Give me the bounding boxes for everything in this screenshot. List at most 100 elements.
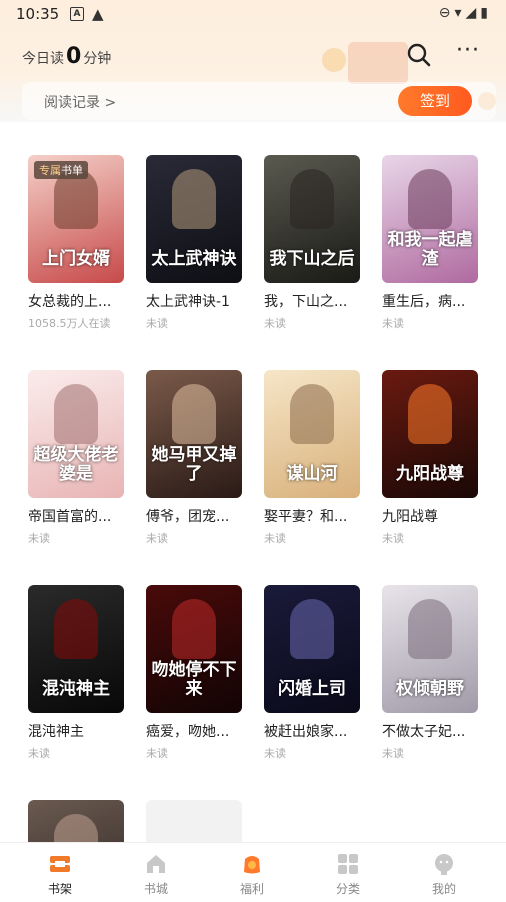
book-read-status: 未读: [264, 747, 286, 760]
book-title: 九阳战尊: [382, 509, 438, 525]
cover-title: 和我一起虐渣: [387, 230, 473, 269]
book-title: 我，下山之...: [264, 294, 348, 310]
profile-icon: [435, 854, 453, 875]
cover-title: 权倾朝野: [396, 679, 464, 699]
reading-suffix: 分钟: [83, 51, 112, 67]
book-cover[interactable]: 权倾朝野: [382, 585, 478, 713]
book-read-status: 未读: [146, 317, 168, 330]
reading-minutes: 0: [66, 44, 82, 69]
badge-prefix: 专属: [39, 164, 61, 177]
status-icons: ⊖▾◢▮: [438, 5, 492, 21]
book-title: 混沌神主: [28, 724, 84, 740]
coin-decoration: [322, 48, 346, 72]
book-title: 太上武神诀-1: [146, 294, 230, 310]
tab-bookshelf[interactable]: 书架: [20, 843, 100, 902]
book-cover[interactable]: 上门女婿 专属书单: [28, 155, 124, 283]
badge-label: 书单: [61, 164, 83, 177]
book-read-status: 未读: [382, 532, 404, 545]
book-add-placeholder[interactable]: [146, 800, 250, 842]
book-item[interactable]: 和我一起虐渣重生后，病... 未读: [382, 155, 486, 331]
bookstore-icon: [147, 855, 165, 873]
cover-figure: [54, 384, 98, 444]
book-cover[interactable]: 吻她停不下来: [146, 585, 242, 713]
book-item[interactable]: 我下山之后我，下山之... 未读: [264, 155, 368, 331]
tab-profile[interactable]: 我的: [404, 843, 484, 902]
book-cover[interactable]: 闪婚上司: [264, 585, 360, 713]
cover-figure: [408, 599, 452, 659]
a-icon: A: [70, 7, 84, 21]
cover-figure: [172, 599, 216, 659]
tab-label: 我的: [431, 882, 456, 896]
book-title: 重生后，病...: [382, 294, 466, 310]
book-title: 不做太子妃...: [382, 724, 466, 740]
tab-welfare[interactable]: 福利: [212, 843, 292, 902]
book-item[interactable]: 超级大佬老婆是 帝国首富的... 未读: [28, 370, 132, 546]
book-title: 被赶出娘家...: [264, 724, 348, 740]
red-envelope-decoration: [348, 42, 408, 84]
tab-category[interactable]: 分类: [308, 843, 388, 902]
book-item[interactable]: 混沌神主 混沌神主 未读: [28, 585, 132, 761]
more-icon[interactable]: ···: [456, 40, 482, 64]
book-item[interactable]: 谋山河娶平妻？和... 未读: [264, 370, 368, 546]
cover-title: 上门女婿: [42, 249, 110, 269]
cover-title: 谋山河: [286, 464, 338, 484]
tab-bookstore[interactable]: 书城: [116, 843, 196, 902]
book-title: 娶平妻？和...: [264, 509, 348, 525]
book-cover[interactable]: [146, 800, 242, 842]
tab-label: 书架: [47, 882, 72, 896]
tab-label: 分类: [335, 882, 360, 896]
cover-figure: [172, 384, 216, 444]
book-title: 癌爱，吻她...: [146, 724, 230, 740]
checkin-button[interactable]: 签到: [398, 86, 472, 116]
cover-title: 我下山之后: [269, 249, 355, 269]
book-item[interactable]: 太上武神诀太上武神诀-1 未读: [146, 155, 250, 331]
book-cover[interactable]: 和我一起虐渣: [382, 155, 478, 283]
book-item[interactable]: 九阳战尊 九阳战尊 未读: [382, 370, 486, 546]
reading-history-link[interactable]: 阅读记录 >: [44, 92, 116, 112]
book-read-status: 1058.5万人在读: [28, 317, 111, 330]
cover-figure: [290, 599, 334, 659]
cover-figure: [54, 599, 98, 659]
book-read-status: 未读: [264, 532, 286, 545]
cover-title: 闪婚上司: [278, 679, 346, 699]
book-cover[interactable]: 超级大佬老婆是: [28, 370, 124, 498]
tab-label: 福利: [239, 882, 264, 896]
bottom-tab-bar: 书架 书城 福利 分类 我的: [0, 842, 506, 902]
book-read-status: 未读: [264, 317, 286, 330]
reading-history-bar[interactable]: 阅读记录 > 签到: [22, 82, 496, 120]
book-title: 傅爷，团宠...: [146, 509, 230, 525]
book-cover[interactable]: 混沌神主: [28, 585, 124, 713]
cover-figure: [290, 384, 334, 444]
book-item[interactable]: 她马甲又掉了 傅爷，团宠... 未读: [146, 370, 250, 546]
cover-figure: [54, 814, 98, 842]
cover-figure: [172, 169, 216, 229]
book-read-status: 未读: [382, 317, 404, 330]
book-read-status: 未读: [28, 532, 50, 545]
today-reading-time: 今日读 0 分钟: [22, 44, 111, 69]
reading-prefix: 今日读: [22, 51, 64, 67]
search-icon[interactable]: [406, 42, 432, 68]
book-cover[interactable]: 太上武神诀: [146, 155, 242, 283]
cover-figure: [290, 169, 334, 229]
book-item[interactable]: 吻她停不下来 癌爱，吻她... 未读: [146, 585, 250, 761]
book-cover[interactable]: 谋山河: [264, 370, 360, 498]
book-item[interactable]: [28, 800, 132, 842]
bookshelf-grid: 上门女婿 专属书单女总裁的上... 1058.5万人在读 太上武神诀太上武神诀-1 未…: [0, 122, 506, 842]
book-item[interactable]: 上门女婿 专属书单女总裁的上... 1058.5万人在读: [28, 155, 132, 331]
cover-title: 她马甲又掉了: [151, 445, 237, 484]
book-cover[interactable]: 我下山之后: [264, 155, 360, 283]
status-time: 10:35: [16, 5, 60, 23]
book-title: 女总裁的上...: [28, 294, 112, 310]
booklist-badge: 专属书单: [34, 161, 88, 179]
cover-title: 九阳战尊: [396, 464, 464, 484]
tab-label: 书城: [143, 882, 168, 896]
category-icon: [338, 854, 358, 874]
status-bar: 10:35 A ▲ ⊖▾◢▮: [0, 0, 506, 30]
book-cover[interactable]: 九阳战尊: [382, 370, 478, 498]
book-item[interactable]: 闪婚上司被赶出娘家... 未读: [264, 585, 368, 761]
book-cover[interactable]: 她马甲又掉了: [146, 370, 242, 498]
book-cover[interactable]: [28, 800, 124, 842]
bookshelf-icon: [50, 856, 70, 872]
book-item[interactable]: 权倾朝野不做太子妃... 未读: [382, 585, 486, 761]
book-read-status: 未读: [382, 747, 404, 760]
